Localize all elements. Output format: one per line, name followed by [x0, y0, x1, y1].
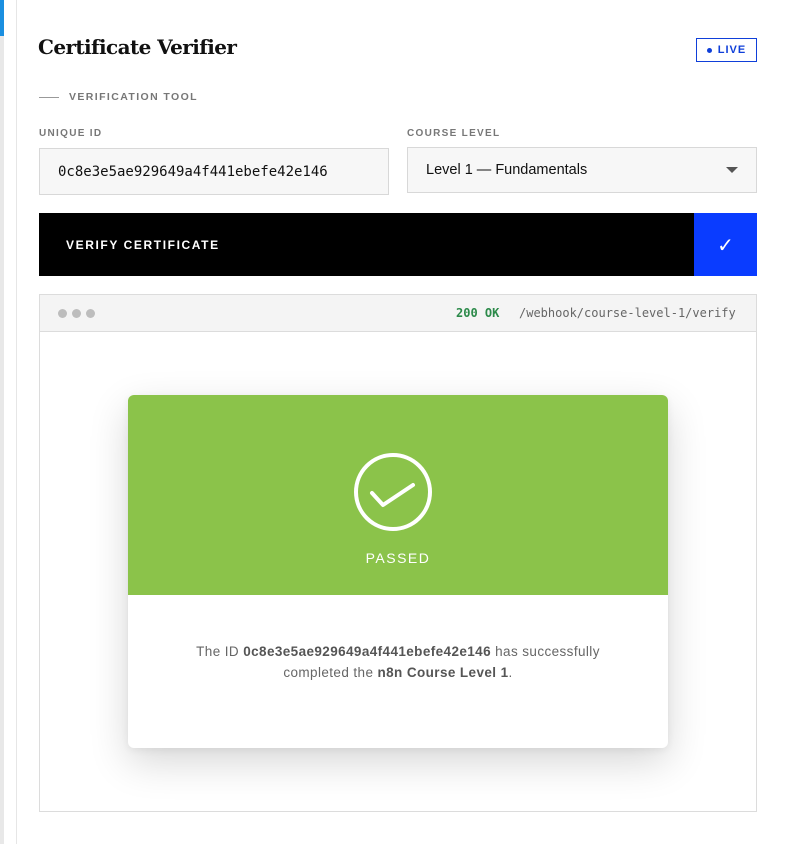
response-panel: 200 OK /webhook/course-level-1/verify PA… [39, 294, 757, 812]
live-badge-label: LIVE [717, 44, 747, 56]
window-dot-icon [86, 309, 95, 318]
course-level-value: Level 1 — Fundamentals [426, 162, 588, 178]
section-subtitle: VERIFICATION TOOL [39, 91, 198, 103]
result-banner: PASSED [128, 395, 668, 595]
result-card: PASSED The ID 0c8e3e5ae929649a4f441ebefe… [128, 395, 668, 748]
verify-certificate-button[interactable]: VERIFY CERTIFICATE ✓ [39, 213, 757, 276]
message-prefix: The ID [196, 644, 244, 659]
result-id: 0c8e3e5ae929649a4f441ebefe42e146 [243, 644, 491, 659]
response-header: 200 OK /webhook/course-level-1/verify [40, 295, 756, 332]
page-title: Certificate Verifier [38, 35, 237, 59]
window-dots [58, 309, 95, 318]
verify-button-label: VERIFY CERTIFICATE [66, 237, 220, 252]
dash-divider [39, 96, 59, 98]
left-rail [0, 0, 4, 844]
chevron-down-icon [726, 167, 738, 173]
endpoint-path: /webhook/course-level-1/verify [519, 306, 736, 320]
check-circle-icon [354, 453, 432, 531]
unique-id-input[interactable] [39, 148, 389, 195]
subtitle-label: VERIFICATION TOOL [69, 91, 198, 103]
live-status-badge: LIVE [696, 38, 757, 62]
result-label: PASSED [365, 550, 431, 566]
check-icon[interactable]: ✓ [694, 213, 757, 276]
course-level-select[interactable]: Level 1 — Fundamentals [407, 147, 757, 193]
course-name: n8n Course Level 1 [377, 665, 509, 680]
course-level-label: COURSE LEVEL [407, 128, 501, 139]
unique-id-label: UNIQUE ID [39, 128, 103, 139]
status-code: 200 OK [456, 306, 500, 320]
live-dot-icon [706, 47, 712, 53]
result-message: The ID 0c8e3e5ae929649a4f441ebefe42e146 … [168, 641, 628, 683]
window-dot-icon [72, 309, 81, 318]
window-dot-icon [58, 309, 67, 318]
message-suffix: . [508, 665, 513, 680]
left-rail-tab[interactable] [0, 0, 4, 36]
